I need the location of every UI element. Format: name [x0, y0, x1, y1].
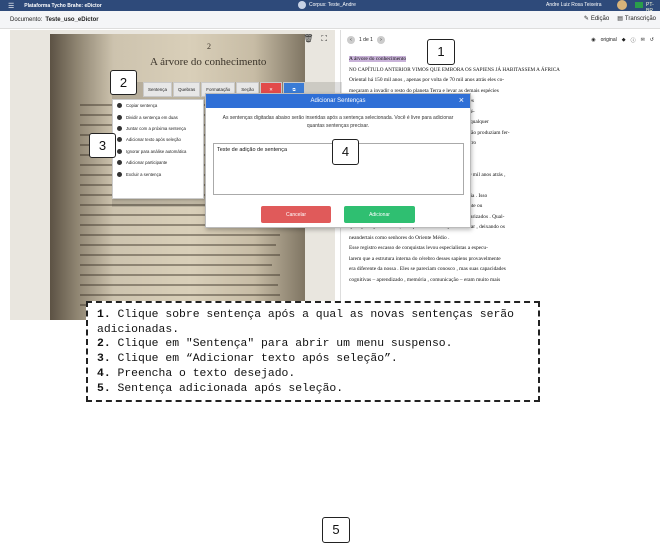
document-label: Documento: — [10, 16, 43, 23]
menu-item-add-text[interactable]: Adicionar texto após seleção — [113, 134, 203, 145]
text-line[interactable]: larem que a estrutura interna do cérebro… — [349, 254, 649, 265]
layers-icon[interactable]: ◉ — [591, 37, 595, 43]
text-line[interactable]: Esse registro escasso de conquistas levo… — [349, 243, 649, 254]
tab-edit[interactable]: ✎ Edição — [583, 15, 610, 23]
text-line[interactable]: Oriental há 150 mil anos , apenas por vo… — [349, 75, 649, 86]
menu-item-join[interactable]: Juntar com a próxima sentença — [113, 123, 203, 134]
callout-1: 1 — [427, 39, 455, 65]
text-line[interactable]: era diferente da nossa . Eles se parecia… — [349, 264, 649, 275]
corpus-icon — [298, 1, 306, 9]
trash-icon — [117, 171, 122, 177]
menu-item-label: Excluir a sentença — [126, 171, 162, 177]
instruction-step: 3. Clique em “Adicionar texto após seleç… — [97, 353, 398, 366]
menu-item-label: Juntar com a próxima sentença — [126, 125, 186, 131]
text-line[interactable]: cognitivas – aprendizado , memória , com… — [349, 275, 649, 286]
hamburger-icon[interactable]: ☰ — [8, 2, 14, 10]
tag-icon[interactable]: ◆ — [622, 37, 626, 43]
instruction-step: 4. Preencha o texto desejado. — [97, 367, 296, 380]
fullscreen-icon[interactable]: ⛶ — [321, 34, 327, 44]
menu-item-participant[interactable]: Adicionar participante — [113, 157, 203, 168]
menu-item-split[interactable]: Dividir a sentença em duas — [113, 111, 203, 122]
instruction-step: 5. Sentença adicionada após seleção. — [97, 382, 344, 395]
ignore-icon — [117, 148, 122, 154]
edit-icon: ✎ — [583, 16, 589, 22]
text-line[interactable]: neandertais como senhores do Oriente Méd… — [349, 233, 649, 244]
close-icon[interactable]: × — [459, 95, 464, 105]
close-icon: ✕ — [269, 86, 273, 92]
add-text-icon — [117, 137, 122, 143]
user-name[interactable]: Andre Luiz Rosa Teixeira — [546, 2, 602, 8]
menu-item-label: Dividir a sentença em duas — [126, 114, 178, 120]
menu-item-label: Ignorar para análise automática — [126, 148, 187, 154]
corpus-selector[interactable]: Corpus: Teste_Andre — [298, 1, 356, 9]
menu-item-delete[interactable]: Excluir a sentença — [113, 168, 203, 179]
split-icon — [117, 114, 122, 120]
instructions-box: 1. Clique sobre sentença após a qual as … — [86, 301, 540, 402]
page-photo-title: A árvore do conhecimento — [150, 56, 267, 68]
cancel-button[interactable]: Cancelar — [261, 206, 331, 223]
breaks-menu-button[interactable]: Quebras — [173, 82, 201, 97]
instruction-step: 2. Clique em "Sentença" para abrir um me… — [97, 338, 453, 351]
document-bar: Documento: Teste_uso_eDictor ✎ Edição ▤ … — [0, 11, 660, 29]
trash-icon[interactable]: 🗑 — [303, 34, 313, 44]
menu-item-label: Adicionar texto após seleção — [126, 137, 181, 143]
callout-5: 5 — [322, 517, 350, 543]
add-button[interactable]: Adicionar — [344, 206, 415, 223]
document-name: Teste_uso_eDictor — [45, 16, 99, 23]
original-toggle[interactable]: original — [601, 37, 617, 43]
menu-item-copy[interactable]: Copiar sentença — [113, 100, 203, 111]
image-panel-tools: 🗑 ⛶ — [303, 34, 327, 44]
join-icon — [117, 125, 122, 131]
text-panel-header: ‹ 1 de 1 › ◉ original ◆ ⓘ ✉ ↺ — [347, 34, 654, 46]
modal-header: Adicionar Sentenças × — [206, 94, 470, 108]
avatar[interactable] — [617, 0, 627, 10]
menu-item-ignore[interactable]: Ignorar para análise automática — [113, 146, 203, 157]
callout-3: 3 — [89, 133, 116, 158]
menu-item-label: Copiar sentença — [126, 103, 158, 109]
tab-edit-label: Edição — [590, 15, 610, 22]
comment-icon[interactable]: ✉ — [641, 37, 645, 43]
tab-transcription[interactable]: ▤ Transcrição — [617, 15, 656, 23]
transcription-icon: ▤ — [617, 16, 623, 22]
flag-icon[interactable] — [635, 2, 643, 8]
app-title: Plataforma Tycho Brahe: eDictor — [24, 2, 102, 9]
tab-transcription-label: Transcrição — [624, 15, 656, 22]
text-line[interactable]: NO CAPÍTULO ANTERIOR VIMOS QUE EMBORA OS… — [349, 65, 649, 76]
sentence-menu-button[interactable]: Sentença — [143, 82, 173, 97]
callout-4: 4 — [332, 139, 359, 165]
menu-item-label: Adicionar participante — [126, 160, 168, 166]
selected-sentence[interactable]: A árvore do conhecimento — [349, 56, 407, 62]
page-indicator: 1 de 1 — [359, 37, 373, 43]
next-page-icon[interactable]: › — [376, 36, 385, 44]
user-icon — [117, 160, 122, 166]
info-icon[interactable]: ⓘ — [631, 37, 636, 44]
page-photo-number: 2 — [207, 42, 211, 51]
screenshot-stage: ☰ Plataforma Tycho Brahe: eDictor Corpus… — [0, 0, 660, 544]
view-tabs: ✎ Edição ▤ Transcrição — [583, 15, 656, 23]
prev-page-icon[interactable]: ‹ — [347, 36, 355, 44]
corpus-label: Corpus: Teste_Andre — [309, 2, 356, 8]
sentence-dropdown: Copiar sentença Dividir a sentença em du… — [112, 99, 204, 199]
top-bar: ☰ Plataforma Tycho Brahe: eDictor Corpus… — [0, 0, 660, 14]
modal-title: Adicionar Sentenças — [310, 98, 366, 104]
instruction-step: 1. Clique sobre sentença após a qual as … — [97, 309, 514, 336]
modal-description: As sentenças digitadas abaixo serão inse… — [222, 115, 454, 129]
undo-icon[interactable]: ↺ — [650, 37, 654, 43]
copy-icon — [117, 103, 122, 109]
callout-2: 2 — [110, 70, 137, 95]
link-icon: ⧉ — [292, 87, 296, 92]
